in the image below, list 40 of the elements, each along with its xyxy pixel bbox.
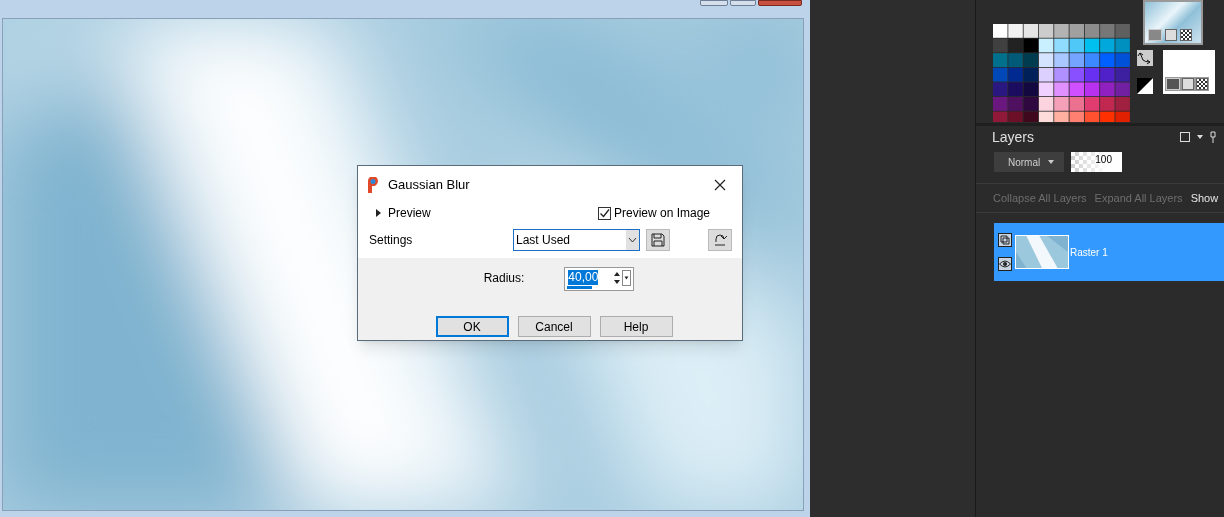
caret-icon[interactable] xyxy=(1196,134,1204,140)
spin-arrows-icon[interactable] xyxy=(612,270,623,286)
expand-arrow-icon xyxy=(374,209,382,217)
layer-action-link[interactable]: Show xyxy=(1190,189,1219,207)
layer-type-icon xyxy=(998,233,1012,247)
maximize-button[interactable] xyxy=(730,0,756,6)
undo-arrow-icon xyxy=(712,233,728,247)
reset-button[interactable] xyxy=(708,229,732,251)
caret-icon xyxy=(1048,160,1055,164)
chevron-down-icon xyxy=(626,230,639,250)
preview-expander[interactable]: Preview xyxy=(374,204,431,222)
dialog-button[interactable]: Cancel xyxy=(517,316,591,337)
transparency-icon[interactable] xyxy=(1196,78,1208,90)
opacity-field[interactable]: 100 xyxy=(1071,152,1122,172)
preview-on-image-checkbox[interactable]: Preview on Image xyxy=(597,204,710,222)
material-swatch[interactable] xyxy=(1143,0,1203,45)
app-logo-icon xyxy=(366,177,380,193)
radius-spinbox[interactable]: 40,00 xyxy=(564,267,635,291)
dialog-title: Gaussian Blur xyxy=(388,176,470,195)
gradient-style-icon[interactable] xyxy=(1166,78,1180,90)
swap-colors-icon[interactable] xyxy=(1137,50,1153,66)
panel-title: Layers xyxy=(992,127,1035,147)
pin-icon[interactable] xyxy=(1210,131,1216,143)
layer-name: Raster 1 xyxy=(1070,245,1108,260)
save-preset-button[interactable] xyxy=(646,229,670,251)
maximize-icon[interactable] xyxy=(1180,132,1190,142)
close-icon[interactable] xyxy=(714,179,726,191)
settings-dropdown[interactable]: Last Used xyxy=(513,229,640,251)
radius-label: Radius: xyxy=(483,270,525,287)
blend-mode-dropdown[interactable]: Normal xyxy=(994,152,1064,172)
transparency-icon[interactable] xyxy=(1180,29,1192,41)
dialog-button[interactable]: OK xyxy=(435,316,509,337)
texture-icon[interactable] xyxy=(1182,78,1194,90)
default-colors-icon[interactable] xyxy=(1137,78,1153,94)
minimize-button[interactable] xyxy=(700,0,728,6)
visibility-eye-icon[interactable] xyxy=(998,257,1012,271)
settings-label: Settings xyxy=(369,232,414,249)
texture-icon[interactable] xyxy=(1165,29,1177,41)
dialog-button[interactable]: Help xyxy=(599,316,673,337)
color-palette-drawing[interactable] xyxy=(993,24,1131,122)
